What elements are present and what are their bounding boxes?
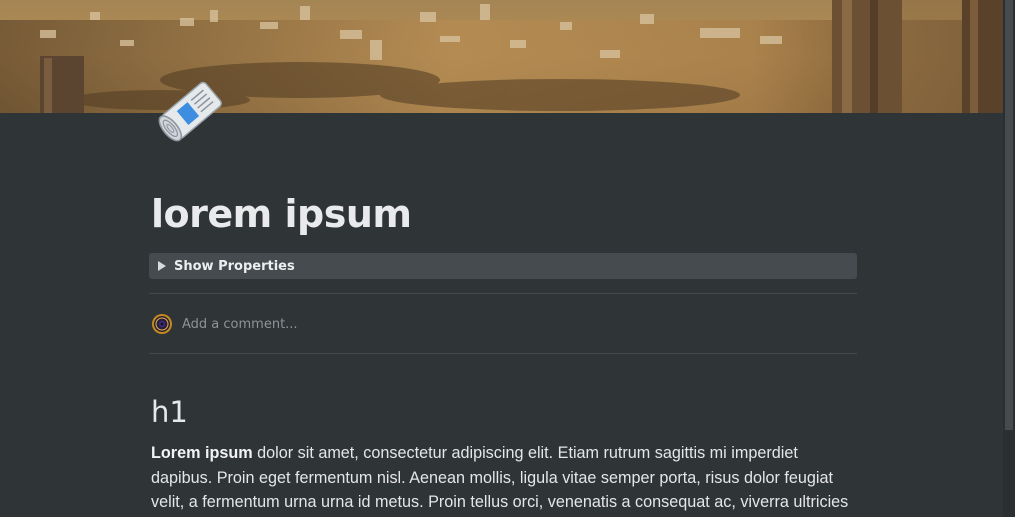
scrollbar-thumb[interactable]	[1005, 0, 1013, 430]
user-avatar-icon	[151, 313, 173, 335]
comment-row[interactable]: Add a comment...	[151, 313, 851, 335]
show-properties-label: Show Properties	[174, 258, 295, 274]
show-properties-button[interactable]: Show Properties	[149, 253, 857, 279]
rolled-newspaper-icon[interactable]	[150, 70, 232, 152]
add-comment-input[interactable]: Add a comment...	[182, 317, 298, 332]
paragraph-bold-text: Lorem ipsum	[151, 444, 253, 462]
divider-bottom	[149, 353, 857, 354]
content-heading[interactable]: h1	[151, 392, 188, 432]
divider-top	[149, 293, 857, 294]
triangle-right-icon	[158, 261, 166, 271]
page-title[interactable]: lorem ipsum	[151, 190, 412, 238]
content-paragraph[interactable]: Lorem ipsum dolor sit amet, consectetur …	[151, 441, 863, 517]
scrollbar[interactable]	[1003, 0, 1015, 517]
paragraph-text: dolor sit amet, consectetur adipiscing e…	[151, 444, 849, 511]
notion-page: lorem ipsum Show Properties Add a commen…	[0, 0, 1015, 517]
